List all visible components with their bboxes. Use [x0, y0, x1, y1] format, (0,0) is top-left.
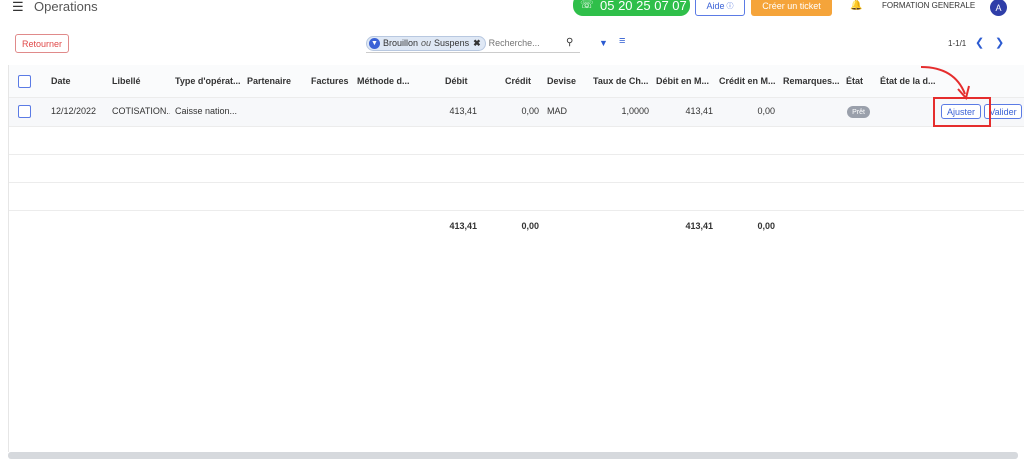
search-input[interactable]	[488, 38, 569, 48]
header-etat[interactable]: État	[846, 76, 863, 86]
cell-debit-m: 413,41	[685, 106, 713, 116]
remove-facet-icon[interactable]: ✖	[473, 38, 481, 49]
status-badge: Prêt	[847, 106, 870, 118]
support-phone-number: 05 20 25 07 07	[600, 0, 687, 13]
header-methode[interactable]: Méthode d...	[357, 76, 419, 86]
pager-value[interactable]: 1-1/1	[948, 39, 966, 48]
headset-icon: ☏	[580, 0, 594, 11]
cell-taux: 1,0000	[621, 106, 649, 116]
row-divider	[9, 154, 1024, 155]
chevron-right-icon[interactable]: ❯	[995, 36, 1004, 49]
search-bar: ▼ Brouillon ou Suspens ✖	[366, 34, 580, 53]
filter-facet-icon: ▼	[369, 37, 380, 49]
annotation-highlight	[933, 97, 991, 127]
header-date[interactable]: Date	[51, 76, 71, 86]
row-checkbox[interactable]	[18, 105, 31, 118]
header-partenaire[interactable]: Partenaire	[247, 76, 291, 86]
help-button[interactable]: Aide ⓘ	[695, 0, 745, 16]
company-name[interactable]: FORMATION GENERALE	[882, 1, 975, 10]
header-credit-m[interactable]: Crédit en M...	[719, 76, 781, 86]
cell-type: Caisse nation...	[175, 106, 238, 116]
header-factures[interactable]: Factures	[311, 76, 349, 86]
total-credit: 0,00	[521, 221, 539, 231]
header-devise[interactable]: Devise	[547, 76, 576, 86]
facet-value-draft: Brouillon	[383, 38, 419, 48]
search-icon[interactable]: ⚲	[566, 37, 573, 48]
group-by-icon[interactable]: ≡	[619, 35, 625, 47]
bell-icon[interactable]: 🔔	[850, 0, 862, 11]
create-ticket-button[interactable]: Créer un ticket	[751, 0, 832, 16]
table-header: Date Libellé Type d'opérat... Partenaire…	[9, 65, 1024, 97]
header-debit-m[interactable]: Débit en M...	[656, 76, 714, 86]
top-bar: ☰ Operations ☏ 05 20 25 07 07 Aide ⓘ Cré…	[0, 0, 1024, 16]
header-credit[interactable]: Crédit	[505, 76, 531, 86]
header-libelle[interactable]: Libellé	[112, 76, 141, 86]
header-debit[interactable]: Débit	[445, 76, 468, 86]
horizontal-scrollbar[interactable]	[8, 452, 1018, 459]
help-label: Aide	[706, 1, 725, 11]
row-divider	[9, 182, 1024, 183]
cell-credit-m: 0,00	[757, 106, 775, 116]
cell-devise: MAD	[547, 106, 567, 116]
filter-icon[interactable]: ▼	[599, 38, 608, 48]
total-debit: 413,41	[449, 221, 477, 231]
header-remarques[interactable]: Remarques...	[783, 76, 843, 86]
row-divider	[9, 126, 1024, 127]
page-title: Operations	[34, 0, 98, 14]
cell-debit: 413,41	[449, 106, 477, 116]
facet-or-label: ou	[421, 38, 432, 48]
total-credit-m: 0,00	[757, 221, 775, 231]
operations-table: Date Libellé Type d'opérat... Partenaire…	[8, 65, 1024, 452]
table-row[interactable]: 12/12/2022 COTISATION... Caisse nation..…	[9, 97, 1024, 126]
header-type[interactable]: Type d'opérat...	[175, 76, 241, 86]
total-debit-m: 413,41	[685, 221, 713, 231]
header-taux[interactable]: Taux de Ch...	[593, 76, 651, 86]
cell-date: 12/12/2022	[51, 106, 97, 116]
facet-value-suspense: Suspens	[434, 38, 470, 48]
menu-icon[interactable]: ☰	[12, 0, 24, 13]
filter-facet[interactable]: ▼ Brouillon ou Suspens ✖	[366, 35, 486, 51]
cell-libelle: COTISATION...	[112, 106, 170, 116]
row-divider	[9, 210, 1024, 211]
cell-credit: 0,00	[521, 106, 539, 116]
row-divider	[9, 97, 1024, 98]
avatar[interactable]: A	[990, 0, 1007, 16]
chevron-left-icon[interactable]: ❮	[975, 36, 984, 49]
support-phone-button[interactable]: ☏ 05 20 25 07 07	[573, 0, 690, 16]
help-circle-icon: ⓘ	[726, 3, 734, 10]
back-button[interactable]: Retourner	[15, 34, 69, 53]
select-all-checkbox[interactable]	[18, 75, 31, 88]
